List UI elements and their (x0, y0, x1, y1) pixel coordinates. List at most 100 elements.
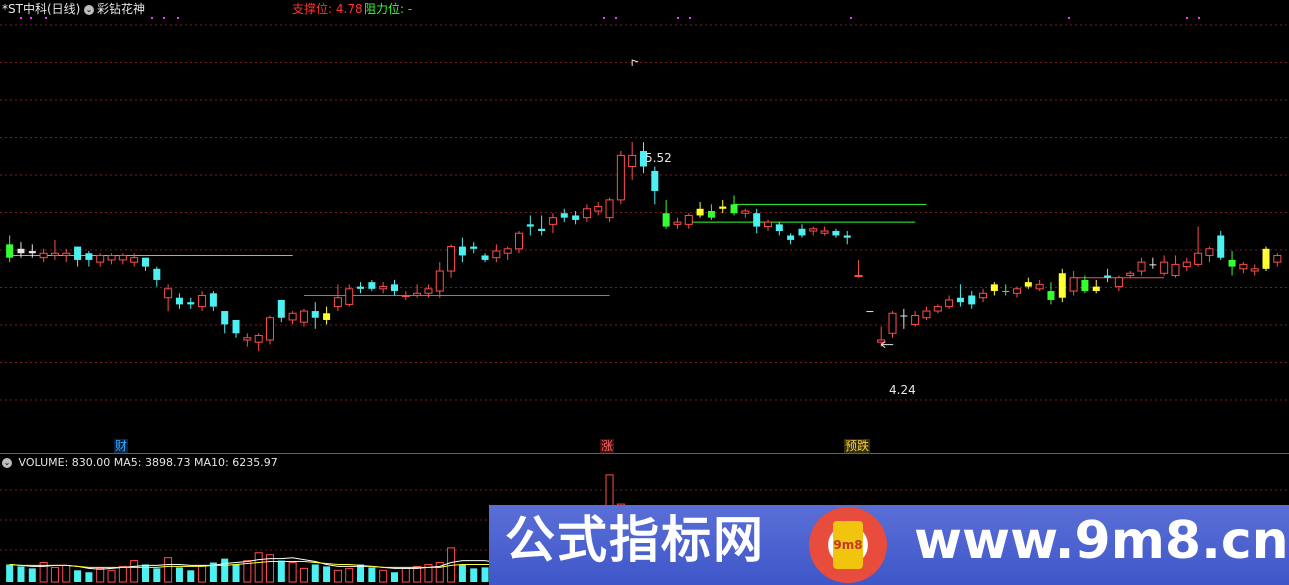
top-marker (177, 17, 179, 19)
candle-body (696, 208, 704, 216)
candle-body (1137, 261, 1146, 272)
candle-body (1160, 261, 1169, 274)
volume-bar (175, 567, 183, 582)
candle-body (379, 286, 388, 290)
volume-bar (164, 557, 173, 583)
candle-body (526, 224, 534, 227)
candle-body (1081, 279, 1089, 292)
candle-body (968, 295, 976, 305)
candle-body (809, 228, 818, 232)
candle-body (628, 154, 637, 168)
candle-body (254, 335, 263, 343)
candle-body (763, 221, 773, 228)
low-price-label: 4.24 (889, 383, 916, 397)
watermark-logo-text: 9m8 (833, 521, 863, 569)
signal-yudie: 预跌 (844, 439, 871, 453)
candle-body (357, 286, 365, 289)
candle-body (265, 317, 274, 341)
volume-bar (277, 560, 285, 582)
candle-body (96, 254, 105, 263)
candle-body (594, 206, 603, 212)
candle-body (820, 230, 829, 234)
volume-bar (345, 567, 354, 583)
candle-body (707, 211, 715, 218)
candle-body (854, 274, 863, 277)
top-marker (163, 17, 165, 19)
signal-zhang: 涨 (600, 439, 615, 453)
candle-body (130, 257, 139, 263)
candle-body (616, 154, 625, 201)
candle-body (1262, 248, 1270, 269)
candle-body (730, 204, 738, 214)
candle-body (560, 213, 568, 218)
ma5-label: MA5: 3898.73 (113, 456, 191, 469)
volume-bar (96, 567, 105, 583)
volume-bar (379, 569, 388, 583)
candle-body (164, 288, 173, 299)
candle-body (582, 208, 591, 219)
volume-bar (390, 572, 398, 582)
volume-bar (333, 569, 342, 583)
candle-body (345, 288, 354, 305)
top-marker (1068, 17, 1070, 19)
candle-body (447, 246, 456, 272)
top-marker (20, 17, 22, 19)
candle-body (481, 255, 489, 260)
candle-body (1194, 252, 1203, 265)
volume-bar (323, 566, 331, 582)
volume-bar (17, 566, 25, 582)
volume-bar (187, 570, 195, 582)
chevron-circle-icon[interactable]: ⌄ (2, 458, 12, 468)
candle-body (866, 311, 874, 313)
candle-body (153, 268, 161, 280)
candle-body (232, 319, 240, 334)
kline-chart[interactable] (0, 0, 1289, 585)
volume-bar (198, 564, 207, 583)
volume-bar (118, 565, 127, 583)
candle-body (458, 246, 466, 256)
candle-body (277, 299, 285, 318)
volume-bar (299, 567, 308, 583)
candle-body (368, 282, 376, 289)
volume-bar (74, 570, 82, 582)
candle-body (1250, 268, 1259, 272)
top-marker (677, 17, 679, 19)
candle-body (198, 294, 207, 308)
candle-body (572, 215, 580, 220)
candle-body (1013, 288, 1022, 294)
high-price-label: 5.52 (645, 151, 672, 165)
candle-body (50, 252, 59, 256)
volume-bar (50, 566, 59, 583)
candle-body (1047, 291, 1055, 300)
candle-body (28, 251, 36, 254)
panel-divider[interactable] (0, 453, 1289, 454)
top-marker (151, 17, 153, 19)
candle-body (922, 310, 931, 319)
volume-label: VOLUME: 830.00 (18, 456, 111, 469)
candle-body (843, 235, 851, 238)
candle-body (1217, 235, 1225, 258)
volume-bar (288, 562, 297, 583)
candle-body (311, 311, 319, 318)
candle-body (333, 297, 342, 308)
candle-body (719, 206, 727, 209)
candle-body (175, 297, 183, 305)
candle-body (900, 315, 908, 317)
candle-body (1069, 277, 1078, 292)
candle-body (1104, 275, 1112, 278)
top-marker (1186, 17, 1188, 19)
candle-body (1126, 272, 1135, 276)
candle-body (548, 217, 557, 225)
watermark-logo: 9m8 (809, 507, 887, 583)
candle-body (673, 221, 682, 225)
candle-body (209, 293, 217, 307)
candle-body (187, 302, 195, 305)
candle-body (1182, 261, 1191, 268)
volume-bar (85, 572, 93, 582)
candle-body (775, 224, 783, 232)
volume-bar (153, 568, 161, 582)
candle-body (107, 254, 116, 261)
candle-body (74, 246, 82, 260)
volume-bar (254, 552, 263, 583)
candle-body (1171, 263, 1180, 276)
